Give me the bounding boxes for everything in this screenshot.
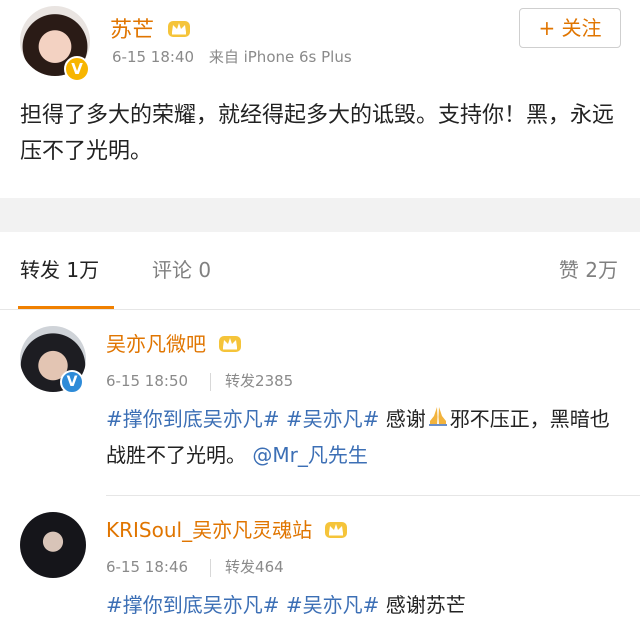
- repost-author-row[interactable]: 吴亦凡微吧: [106, 328, 242, 358]
- repost-timestamp: 6-15 18:46: [106, 558, 189, 576]
- author-name-row[interactable]: 苏芒: [110, 12, 191, 44]
- repost-text-segment: 感谢苏芒: [385, 593, 466, 617]
- repost-text: #撑你到底吴亦凡# #吴亦凡# 感谢 邪不压正，黑暗也战胜不了光明。 @Mr_凡…: [106, 402, 626, 472]
- verified-badge-icon: V: [60, 370, 84, 394]
- repost-avatar[interactable]: [20, 512, 86, 578]
- topic-link[interactable]: #吴亦凡#: [286, 593, 380, 617]
- praying-hands-icon: [426, 404, 450, 438]
- follow-button[interactable]: + 关注: [519, 8, 621, 48]
- repost-meta: 6-15 18:50 转发2385: [106, 370, 293, 391]
- repost-author-name[interactable]: 吴亦凡微吧: [106, 332, 206, 356]
- repost-item: KRISoul_吴亦凡灵魂站 6-15 18:46 转发464 #撑你到底吴亦凡#…: [0, 496, 640, 617]
- vip-crown-icon: [218, 333, 242, 358]
- repost-count[interactable]: 转发464: [225, 558, 284, 576]
- topic-link[interactable]: #撑你到底吴亦凡#: [106, 407, 280, 431]
- verified-badge-icon: V: [64, 56, 90, 82]
- post-timestamp: 6-15 18:40: [112, 48, 195, 66]
- post-meta: 6-15 18:40 来自 iPhone 6s Plus: [112, 46, 352, 67]
- tab-like[interactable]: 赞 2万: [559, 254, 618, 283]
- post-text: 担得了多大的荣耀，就经得起多大的诋毁。支持你！黑，永远压不了光明。: [20, 103, 615, 164]
- section-divider: [0, 198, 640, 232]
- author-name[interactable]: 苏芒: [110, 18, 154, 43]
- post-source: 来自 iPhone 6s Plus: [208, 48, 352, 66]
- repost-count[interactable]: 转发2385: [225, 372, 293, 390]
- repost-timestamp: 6-15 18:50: [106, 372, 189, 390]
- repost-meta: 6-15 18:46 转发464: [106, 556, 284, 577]
- repost-item: V 吴亦凡微吧 6-15 18:50 转发2385 #撑你到底吴亦凡# #吴亦凡#…: [0, 310, 640, 496]
- topic-link[interactable]: #撑你到底吴亦凡#: [106, 593, 280, 617]
- tab-repost[interactable]: 转发 1万: [20, 254, 99, 283]
- repost-author-row[interactable]: KRISoul_吴亦凡灵魂站: [106, 514, 348, 544]
- tab-comment[interactable]: 评论 0: [152, 254, 211, 283]
- repost-text: #撑你到底吴亦凡# #吴亦凡# 感谢苏芒: [106, 588, 626, 617]
- weibo-post: V 苏芒 6-15 18:40 来自 iPhone 6s Plus + 关注 担…: [0, 0, 640, 198]
- post-tabs: 转发 1万 评论 0 赞 2万: [0, 232, 640, 310]
- vip-crown-icon: [324, 519, 348, 544]
- repost-author-name[interactable]: KRISoul_吴亦凡灵魂站: [106, 518, 312, 542]
- meta-divider: [210, 558, 212, 577]
- topic-link[interactable]: #吴亦凡#: [286, 407, 380, 431]
- mention-link[interactable]: @Mr_凡先生: [252, 443, 367, 467]
- repost-text-segment: 感谢: [385, 407, 426, 431]
- meta-divider: [210, 372, 212, 391]
- vip-crown-icon: [167, 18, 191, 44]
